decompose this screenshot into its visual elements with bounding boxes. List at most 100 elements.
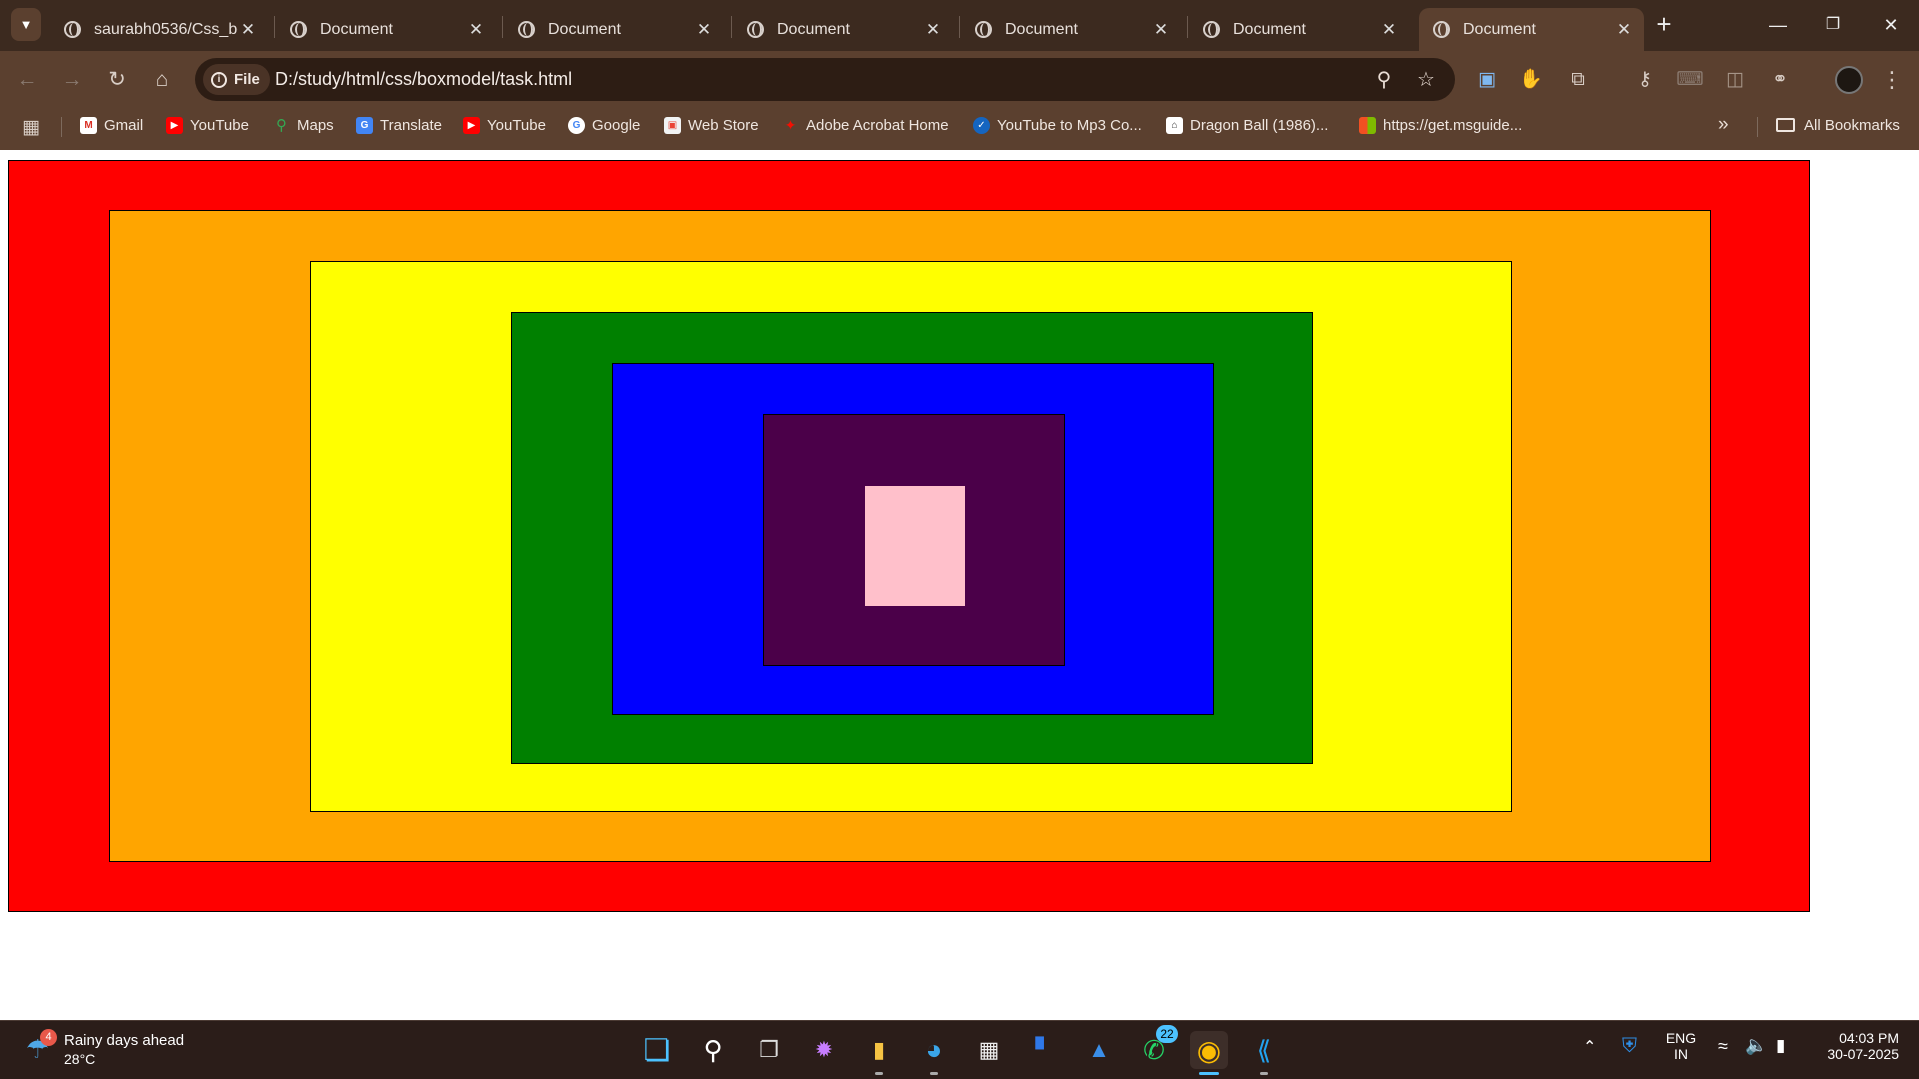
- app-icon[interactable]: ▲: [1080, 1031, 1118, 1069]
- reload-icon[interactable]: ↻: [99, 62, 135, 98]
- tab-document-active[interactable]: Document ✕: [1419, 8, 1644, 51]
- forward-icon[interactable]: →: [54, 62, 90, 98]
- translate-page-icon[interactable]: ⌨: [1676, 66, 1704, 94]
- bookmark-google[interactable]: G Google: [568, 108, 640, 142]
- bank-icon: ⌂: [1166, 116, 1183, 134]
- close-tab-icon[interactable]: ✕: [923, 20, 943, 40]
- profile-avatar[interactable]: [1835, 66, 1863, 94]
- bookmark-label: Dragon Ball (1986)...: [1190, 116, 1329, 134]
- share-link-icon[interactable]: ⚭: [1766, 66, 1794, 94]
- close-tab-icon[interactable]: ✕: [1379, 20, 1399, 40]
- close-window-icon[interactable]: ✕: [1871, 8, 1911, 42]
- bookmark-star-icon[interactable]: ☆: [1413, 67, 1439, 93]
- close-tab-icon[interactable]: ✕: [1614, 20, 1634, 40]
- vpn-app-icon[interactable]: ▘: [1025, 1031, 1063, 1069]
- page-content: [0, 150, 1919, 1020]
- site-info-chip[interactable]: i File: [203, 64, 270, 95]
- site-info-label: File: [234, 71, 260, 88]
- back-icon[interactable]: ←: [9, 62, 45, 98]
- bookmark-youtube-mp3[interactable]: ✓ YouTube to Mp3 Co...: [973, 108, 1142, 142]
- bookmark-acrobat[interactable]: ✦ Adobe Acrobat Home: [782, 108, 949, 142]
- clock[interactable]: 04:03 PM 30-07-2025: [1817, 1030, 1899, 1062]
- close-tab-icon[interactable]: ✕: [694, 20, 714, 40]
- weather-badge: 4: [40, 1029, 57, 1046]
- bookmark-dragon-ball[interactable]: ⌂ Dragon Ball (1986)...: [1166, 108, 1328, 142]
- show-hidden-icons-chevron[interactable]: ⌃: [1583, 1037, 1596, 1057]
- volume-icon[interactable]: 🔈: [1745, 1035, 1767, 1056]
- bookmark-label: YouTube: [487, 116, 546, 134]
- wifi-icon[interactable]: ≈: [1718, 1036, 1728, 1057]
- adblock-icon[interactable]: ✋: [1517, 66, 1545, 94]
- close-tab-icon[interactable]: ✕: [238, 20, 258, 40]
- battery-icon[interactable]: ▮: [1776, 1036, 1785, 1056]
- new-tab-icon[interactable]: +: [1652, 10, 1676, 40]
- windows-start-icon[interactable]: ❏: [638, 1031, 676, 1069]
- bookmark-label: YouTube: [190, 116, 249, 134]
- youtube-icon: ▶: [166, 116, 183, 134]
- screen-capture-icon[interactable]: ▣: [1473, 66, 1501, 94]
- bookmark-gmail[interactable]: M Gmail: [80, 108, 143, 142]
- bookmark-web-store[interactable]: ▣ Web Store: [664, 108, 759, 142]
- tab-title: Document: [1233, 20, 1306, 38]
- more-bookmarks-icon[interactable]: »: [1718, 114, 1729, 136]
- extensions-icon[interactable]: ⧉: [1564, 66, 1592, 94]
- bookmark-youtube-2[interactable]: ▶ YouTube: [463, 108, 546, 142]
- file-explorer-icon[interactable]: ▮: [860, 1031, 898, 1075]
- zoom-icon[interactable]: ⚲: [1371, 67, 1397, 93]
- weather-headline: Rainy days ahead: [64, 1032, 185, 1049]
- security-shield-icon[interactable]: ⛨: [1622, 1035, 1637, 1058]
- tab-separator: [502, 16, 503, 38]
- whatsapp-badge: 22: [1156, 1025, 1178, 1043]
- bookmarks-bar: ▦ M Gmail ▶ YouTube ⚲ Maps G Translate ▶…: [0, 108, 1919, 150]
- acrobat-icon: ✦: [784, 116, 797, 133]
- all-bookmarks-button[interactable]: All Bookmarks: [1776, 108, 1900, 142]
- microsoft-icon: [1359, 116, 1376, 134]
- passwords-key-icon[interactable]: ⚷: [1631, 66, 1659, 94]
- language-indicator[interactable]: ENG IN: [1663, 1030, 1699, 1062]
- bookmark-label: https://get.msguide...: [1383, 116, 1523, 134]
- tab-github[interactable]: saurabh0536/Css_bo ✕: [50, 8, 268, 51]
- tab-separator: [1187, 16, 1188, 38]
- translate-icon: G: [356, 116, 373, 134]
- home-icon[interactable]: ⌂: [144, 62, 180, 98]
- url-text[interactable]: D:/study/html/css/boxmodel/task.html: [275, 69, 572, 90]
- tab-document-4[interactable]: Document ✕: [961, 8, 1181, 51]
- copilot-icon[interactable]: ✹: [805, 1031, 843, 1069]
- globe-icon: [1433, 21, 1450, 38]
- microsoft-store-icon[interactable]: ▦: [970, 1031, 1008, 1069]
- globe-icon: [975, 21, 992, 38]
- clock-date: 30-07-2025: [1827, 1046, 1899, 1062]
- edge-icon[interactable]: ◕: [915, 1031, 953, 1075]
- close-tab-icon[interactable]: ✕: [466, 20, 486, 40]
- search-icon[interactable]: ⚲: [694, 1031, 732, 1069]
- close-tab-icon[interactable]: ✕: [1151, 20, 1171, 40]
- tab-bar: ▼ saurabh0536/Css_bo ✕ Document ✕ Docume…: [0, 0, 1919, 51]
- tab-title: Document: [548, 20, 621, 38]
- menu-kebab-icon[interactable]: ⋮: [1878, 66, 1906, 94]
- address-bar[interactable]: i File D:/study/html/css/boxmodel/task.h…: [195, 58, 1455, 101]
- tab-separator: [959, 16, 960, 38]
- tab-document-3[interactable]: Document ✕: [733, 8, 953, 51]
- whatsapp-icon[interactable]: ✆ 22: [1135, 1025, 1178, 1069]
- cast-device-icon[interactable]: ◫: [1721, 66, 1749, 94]
- tab-title: saurabh0536/Css_bo: [94, 20, 238, 38]
- tab-title: Document: [1005, 20, 1078, 38]
- tab-search-chevron-icon[interactable]: ▼: [11, 8, 41, 41]
- bookmark-youtube[interactable]: ▶ YouTube: [166, 108, 249, 142]
- chrome-icon[interactable]: ◉: [1190, 1031, 1228, 1075]
- region-code: IN: [1674, 1046, 1688, 1062]
- vscode-icon[interactable]: ⟪: [1245, 1031, 1283, 1075]
- bookmark-label: Web Store: [688, 116, 759, 134]
- task-view-icon[interactable]: ❐: [750, 1031, 788, 1069]
- minimize-icon[interactable]: —: [1758, 8, 1798, 42]
- bookmark-msguide[interactable]: https://get.msguide...: [1359, 108, 1522, 142]
- bookmark-maps[interactable]: ⚲ Maps: [273, 108, 334, 142]
- tab-document-5[interactable]: Document ✕: [1189, 8, 1409, 51]
- tab-document-1[interactable]: Document ✕: [276, 8, 496, 51]
- bookmark-translate[interactable]: G Translate: [356, 108, 442, 142]
- apps-grid-icon[interactable]: ▦: [22, 116, 40, 139]
- download-icon: ✓: [973, 116, 990, 134]
- tab-separator: [274, 16, 275, 38]
- restore-icon[interactable]: ❐: [1813, 8, 1853, 42]
- tab-document-2[interactable]: Document ✕: [504, 8, 724, 51]
